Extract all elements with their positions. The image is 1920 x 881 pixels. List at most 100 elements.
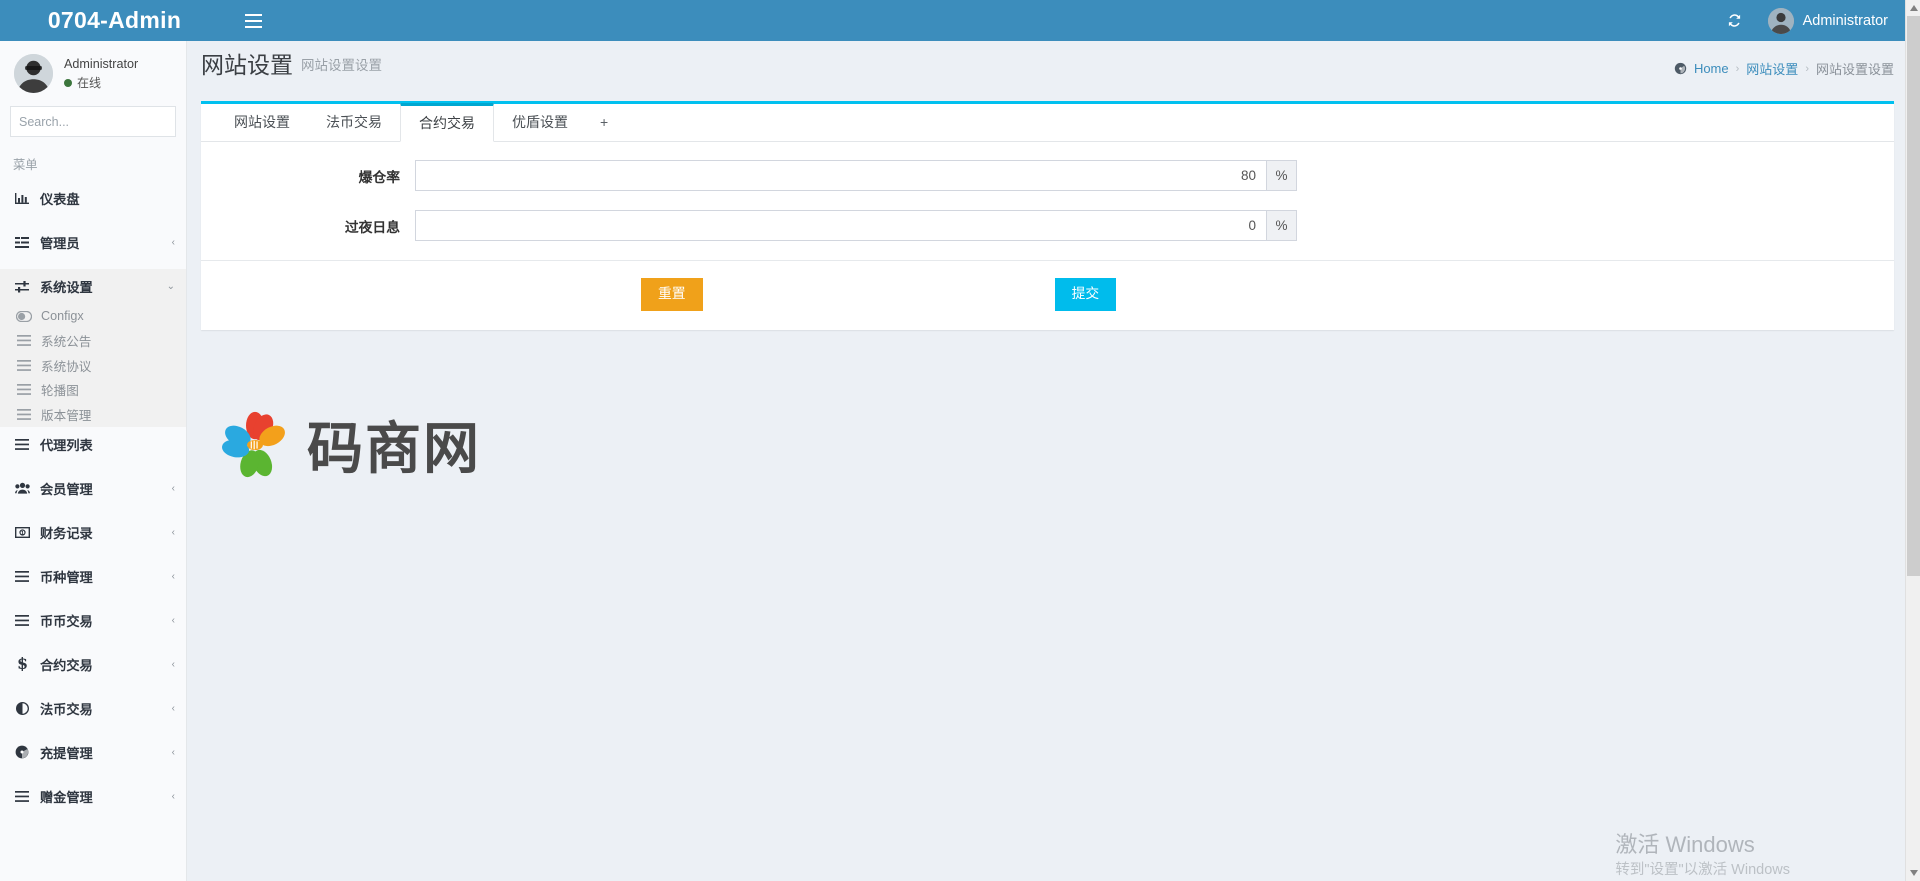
page-subtitle: 网站设置设置 bbox=[301, 54, 382, 74]
sidebar-subitem-2-4[interactable]: 版本管理 bbox=[0, 402, 186, 427]
menu-spacer bbox=[0, 462, 186, 471]
tab-3[interactable]: 优盾设置 bbox=[494, 103, 586, 141]
sidebar-item-11[interactable]: 赠金管理‹ bbox=[0, 779, 186, 814]
refresh-icon bbox=[1726, 12, 1743, 29]
form-footer: 重置 提交 bbox=[201, 260, 1894, 330]
tab-add-button[interactable]: + bbox=[586, 103, 622, 141]
sidebar-item-label: 充提管理 bbox=[40, 743, 163, 762]
bars-icon bbox=[17, 335, 31, 346]
sidebar-item-label: 会员管理 bbox=[40, 479, 163, 498]
sidebar-user-info: Administrator 在线 bbox=[64, 55, 138, 92]
bars-icon bbox=[17, 384, 31, 395]
tab-2[interactable]: 合约交易 bbox=[400, 103, 494, 142]
refresh-button[interactable] bbox=[1712, 0, 1758, 41]
user-menu-button[interactable]: Administrator bbox=[1758, 0, 1898, 41]
half-circle-icon bbox=[16, 702, 29, 715]
sidebar-subitem-2-1[interactable]: 系统公告 bbox=[0, 329, 186, 354]
bars-icon bbox=[17, 360, 31, 371]
site-logo-watermark: 码商网 bbox=[219, 404, 481, 485]
tab-1[interactable]: 法币交易 bbox=[308, 103, 400, 141]
reset-button[interactable]: 重置 bbox=[641, 278, 703, 311]
bar-chart-icon bbox=[13, 192, 31, 205]
chevron-down-icon: ⌄ bbox=[167, 281, 175, 292]
sidebar-item-label: 仪表盘 bbox=[40, 189, 175, 208]
page-scrollbar[interactable] bbox=[1905, 0, 1920, 881]
bar-chart-icon bbox=[15, 192, 29, 205]
tab-bar: 网站设置法币交易合约交易优盾设置+ bbox=[201, 104, 1894, 142]
settings-box: 网站设置法币交易合约交易优盾设置+ 爆仓率%过夜日息% 重置 提交 bbox=[201, 101, 1894, 330]
users-icon bbox=[13, 482, 31, 494]
sidebar-item-label: 财务记录 bbox=[40, 523, 163, 542]
sidebar-item-1[interactable]: 管理员‹ bbox=[0, 225, 186, 260]
sidebar-item-2[interactable]: 系统设置 ⌄ bbox=[0, 269, 186, 304]
menu-spacer bbox=[0, 550, 186, 559]
dashboard-icon bbox=[13, 745, 31, 759]
breadcrumb-home[interactable]: Home bbox=[1694, 61, 1729, 76]
scrollbar-thumb[interactable] bbox=[1907, 16, 1920, 576]
sidebar-item-10[interactable]: 充提管理 ‹ bbox=[0, 735, 186, 770]
input-group-0: % bbox=[415, 160, 1297, 191]
dollar-sign-icon: S bbox=[16, 657, 29, 671]
sidebar-item-5[interactable]: 1财务记录‹ bbox=[0, 515, 186, 550]
sidebar-item-4[interactable]: 会员管理‹ bbox=[0, 471, 186, 506]
page-title: 网站设置 bbox=[201, 54, 293, 77]
sidebar-menu-header: 菜单 bbox=[0, 137, 186, 181]
brand-logo[interactable]: 0704-Admin bbox=[0, 0, 229, 41]
online-status-dot bbox=[64, 79, 72, 87]
sidebar-toggle-button[interactable] bbox=[229, 0, 277, 41]
scrollbar-down-arrow[interactable] bbox=[1906, 865, 1920, 881]
toggle-icon bbox=[16, 311, 32, 322]
sidebar-menu-list: 仪表盘 管理员‹ 系统设置 ⌄ Configx 系统公告 系统协议 轮播图 版本管… bbox=[0, 181, 186, 823]
content-wrapper: 网站设置 网站设置设置 Home › 网站设置 › 网站设置设置 网站设置法币交… bbox=[187, 41, 1920, 881]
settings-form: 爆仓率%过夜日息% bbox=[201, 142, 1894, 241]
bars-icon bbox=[15, 615, 29, 626]
windows-activation-subtitle: 转到"设置"以激活 Windows bbox=[1615, 858, 1790, 879]
hamburger-icon bbox=[245, 14, 262, 28]
menu-spacer bbox=[0, 216, 186, 225]
sidebar-item-label: 系统设置 bbox=[40, 277, 158, 296]
sidebar-item-8[interactable]: S 合约交易 ‹ bbox=[0, 647, 186, 682]
content-header: 网站设置 网站设置设置 Home › 网站设置 › 网站设置设置 bbox=[187, 41, 1920, 91]
caret-down-icon bbox=[1910, 870, 1918, 876]
navbar-right-group: Administrator bbox=[1712, 0, 1920, 41]
sidebar-subitem-2-0[interactable]: Configx bbox=[0, 304, 186, 329]
money-icon: 1 bbox=[15, 527, 30, 538]
menu-spacer bbox=[0, 682, 186, 691]
bars-icon bbox=[13, 571, 31, 582]
chevron-left-icon: ‹ bbox=[172, 703, 175, 714]
field-addon-0: % bbox=[1266, 160, 1297, 191]
sidebar-user-panel[interactable]: Administrator 在线 bbox=[0, 41, 186, 106]
caret-up-icon bbox=[1910, 5, 1918, 11]
field-input-1[interactable] bbox=[415, 210, 1266, 241]
bars-icon bbox=[15, 791, 29, 802]
bars-icon bbox=[15, 439, 29, 450]
chevron-left-icon: ‹ bbox=[172, 571, 175, 582]
field-addon-1: % bbox=[1266, 210, 1297, 241]
scrollbar-up-arrow[interactable] bbox=[1906, 0, 1920, 16]
tab-0[interactable]: 网站设置 bbox=[216, 103, 308, 141]
sidebar-item-9[interactable]: 法币交易‹ bbox=[0, 691, 186, 726]
bars-icon bbox=[15, 571, 29, 582]
submit-button[interactable]: 提交 bbox=[1055, 278, 1117, 311]
menu-spacer bbox=[0, 594, 186, 603]
sidebar-subitem-2-3[interactable]: 轮播图 bbox=[0, 378, 186, 403]
breadcrumb-level2[interactable]: 网站设置 bbox=[1746, 59, 1798, 78]
chevron-left-icon: ‹ bbox=[172, 659, 175, 670]
list-alt-icon bbox=[13, 237, 31, 248]
chevron-left-icon: ‹ bbox=[172, 747, 175, 758]
sidebar-item-label: 合约交易 bbox=[40, 655, 163, 674]
sidebar-item-7[interactable]: 币币交易‹ bbox=[0, 603, 186, 638]
sidebar-item-3[interactable]: 代理列表 bbox=[0, 427, 186, 462]
top-navbar: 0704-Admin Administrator bbox=[0, 0, 1920, 41]
bars-icon bbox=[17, 409, 31, 420]
sidebar-item-6[interactable]: 币种管理‹ bbox=[0, 559, 186, 594]
sliders-icon bbox=[15, 281, 29, 293]
field-label-1: 过夜日息 bbox=[201, 216, 415, 236]
half-circle-icon bbox=[13, 702, 31, 715]
search-input[interactable] bbox=[11, 107, 187, 136]
menu-spacer bbox=[0, 506, 186, 515]
sidebar-item-0[interactable]: 仪表盘 bbox=[0, 181, 186, 216]
field-input-0[interactable] bbox=[415, 160, 1266, 191]
dollar-sign-icon: S bbox=[13, 657, 31, 671]
sidebar-subitem-2-2[interactable]: 系统协议 bbox=[0, 353, 186, 378]
